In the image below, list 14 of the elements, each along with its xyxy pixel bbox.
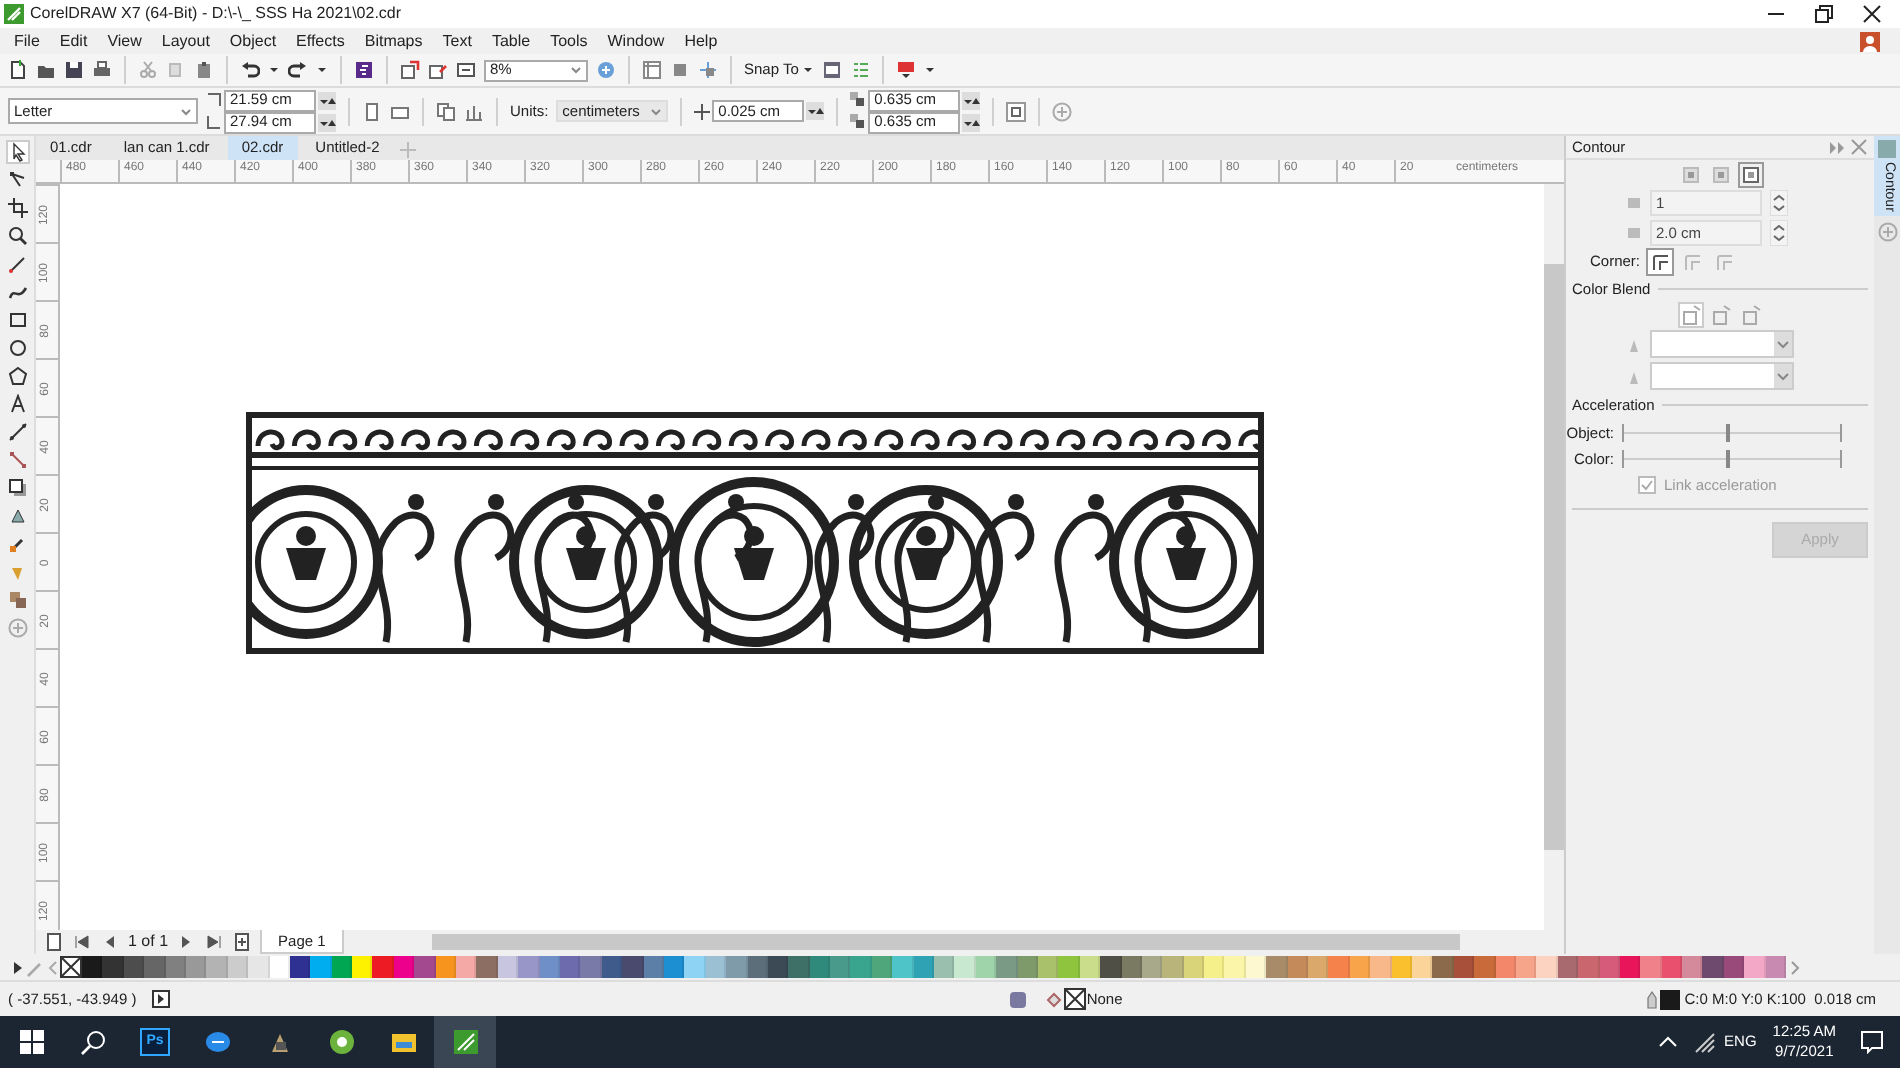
- menu-item[interactable]: Table: [481, 29, 541, 53]
- menu-item[interactable]: Bitmaps: [354, 29, 433, 53]
- menu-item[interactable]: Edit: [49, 29, 98, 53]
- menu-item[interactable]: File: [4, 29, 50, 53]
- window-title: CorelDRAW X7 (64-Bit) - D:\-\_ SSS Ha 2021\02.cdr: [30, 2, 402, 26]
- menu-item[interactable]: Tools: [540, 29, 598, 53]
- menu-item[interactable]: Effects: [286, 29, 355, 53]
- menu-item[interactable]: Window: [597, 29, 675, 53]
- menu-item[interactable]: Layout: [151, 29, 220, 53]
- page-counter: 1 of 1: [128, 930, 169, 954]
- menu-item[interactable]: Help: [674, 29, 728, 53]
- menu-item[interactable]: Object: [219, 29, 287, 53]
- menu-item[interactable]: View: [97, 29, 152, 53]
- menu-item[interactable]: Text: [432, 29, 482, 53]
